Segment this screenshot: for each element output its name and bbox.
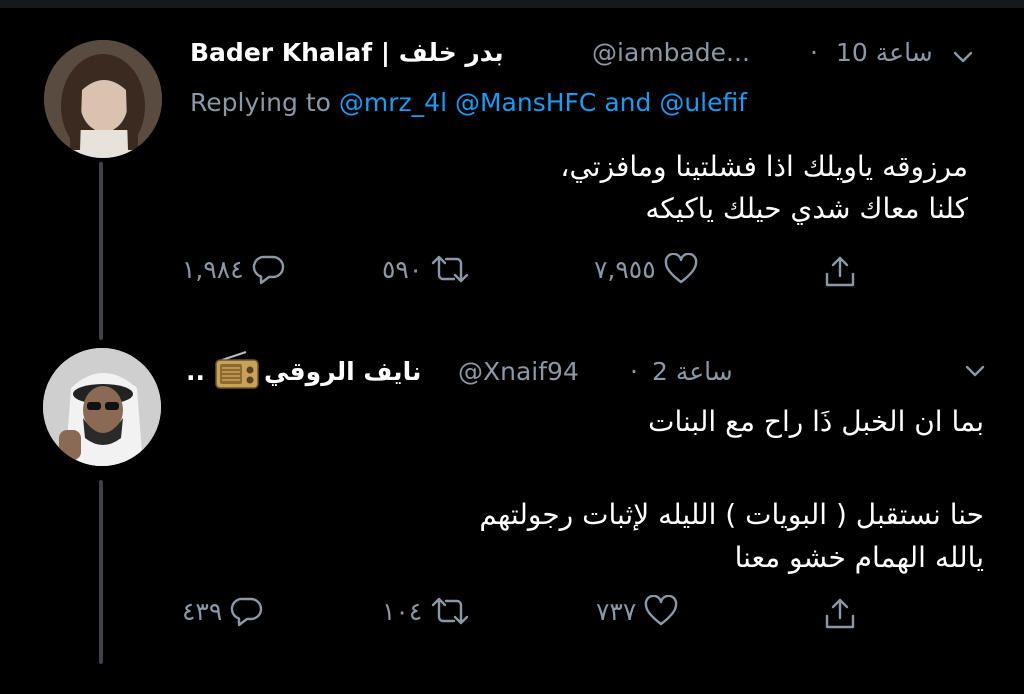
like-count: ٧,٩٥٥	[594, 254, 656, 284]
timestamp[interactable]: 10 ساعة	[836, 38, 933, 67]
retweet-icon	[432, 255, 469, 283]
radio-emoji-icon	[215, 351, 259, 389]
thread-connector	[99, 162, 103, 340]
reply-count: ١,٩٨٤	[182, 254, 244, 284]
top-divider	[0, 0, 1024, 8]
retweet-icon	[432, 597, 469, 625]
tweet-text-line: حنا نستقبل ( البويات ) الليله لإثبات رجو…	[479, 498, 984, 531]
mention-links[interactable]: @mrz_4l @MansHFC	[339, 88, 596, 117]
tweet-text-line: بما ان الخبل ذَا راح مع البنات	[648, 405, 984, 438]
reply-count: ٤٣٩	[182, 596, 223, 626]
mention-link[interactable]: @ulefif	[659, 88, 747, 117]
like-count: ٧٣٧	[596, 596, 637, 626]
reply-icon	[252, 255, 284, 285]
thread-connector	[99, 480, 103, 664]
avatar[interactable]	[44, 40, 162, 158]
reply-icon	[231, 597, 263, 627]
like-action[interactable]: ٧,٩٥٥	[594, 253, 698, 285]
avatar[interactable]	[43, 348, 161, 466]
chevron-down-icon[interactable]	[950, 44, 976, 70]
timestamp[interactable]: 2 ساعة	[652, 357, 733, 386]
display-name[interactable]: Bader Khalaf | بدر خلف	[190, 38, 504, 67]
reply-action[interactable]: ١,٩٨٤	[182, 253, 286, 285]
reply-action[interactable]: ٤٣٩	[182, 595, 264, 627]
share-icon[interactable]	[822, 254, 858, 290]
tweet-text-line: مرزوقه ياويلك اذا فشلتينا ومافزتي،	[560, 150, 968, 183]
separator-dot: ·	[810, 38, 818, 67]
replying-and: and	[604, 88, 652, 117]
like-action[interactable]: ٧٣٧	[596, 595, 678, 627]
tweet-text-line: كلنا معاك شدي حيلك ياكيكه	[645, 192, 968, 225]
retweet-count: ١٠٤	[382, 596, 423, 626]
share-icon[interactable]	[822, 596, 858, 632]
tweet-text-line: يالله الهمام خشو معنا	[734, 541, 984, 574]
retweet-count: ٥٩٠	[382, 254, 423, 284]
display-name[interactable]: نايف الروقي	[264, 357, 421, 386]
replying-prefix: Replying to	[190, 88, 331, 117]
handle[interactable]: @Xnaif94	[458, 357, 579, 386]
retweet-action[interactable]: ١٠٤	[382, 595, 470, 627]
separator-dot: ·	[630, 357, 638, 386]
name-suffix: ..	[186, 357, 205, 386]
replying-to: Replying to @mrz_4l @MansHFC and @ulefif	[190, 88, 747, 117]
handle[interactable]: @iambade...	[592, 38, 750, 67]
heart-icon	[664, 253, 697, 284]
retweet-action[interactable]: ٥٩٠	[382, 253, 470, 285]
chevron-down-icon[interactable]	[962, 358, 988, 384]
heart-icon	[644, 595, 678, 626]
